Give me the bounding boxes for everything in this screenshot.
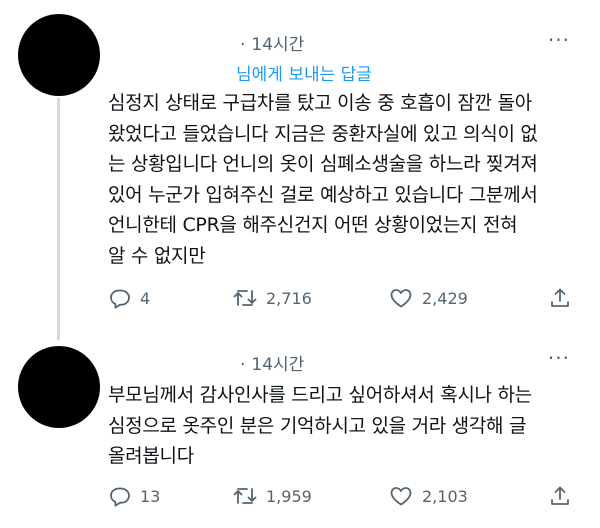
retweet-icon [233, 290, 257, 306]
reply-icon [110, 289, 130, 309]
reply-count: 13 [140, 486, 161, 506]
avatar[interactable] [18, 346, 100, 428]
tweet-actions: 13 1,959 2,103 [0, 484, 600, 512]
heart-icon [390, 487, 412, 506]
reply-count: 4 [140, 288, 151, 308]
share-icon [551, 486, 569, 505]
reply-button[interactable]: 13 [108, 484, 160, 508]
avatar[interactable] [18, 14, 100, 96]
separator-dot: · [240, 35, 246, 55]
reply-to-label[interactable]: 님에게 보내는 답글 [236, 60, 372, 85]
retweet-button[interactable]: 2,716 [232, 286, 312, 310]
share-icon [551, 288, 569, 307]
tweet[interactable]: · 14시간 ··· 부모님께서 감사인사를 드리고 싶어하셔서 혹시나 하는 심… [0, 340, 600, 528]
separator-dot: · [240, 355, 246, 375]
heart-icon [390, 289, 412, 308]
retweet-count: 2,716 [266, 288, 312, 308]
reply-icon [110, 487, 130, 507]
reply-button[interactable]: 4 [108, 286, 150, 310]
tweet-actions: 4 2,716 2,429 [0, 286, 600, 314]
retweet-count: 1,959 [266, 486, 312, 506]
more-options-icon[interactable]: ··· [548, 30, 570, 50]
tweet-time[interactable]: 14시간 [251, 35, 304, 55]
tweet-time[interactable]: 14시간 [251, 355, 304, 375]
share-button[interactable] [548, 484, 572, 508]
like-button[interactable]: 2,103 [388, 484, 468, 508]
retweet-button[interactable]: 1,959 [232, 484, 312, 508]
like-count: 2,429 [422, 288, 468, 308]
tweet-text: 심정지 상태로 구급차를 탔고 이송 중 호흡이 잠깐 돌아 왔었다고 들었습니… [108, 92, 538, 267]
tweet-header: · 14시간 [240, 350, 304, 375]
more-options-icon[interactable]: ··· [548, 348, 570, 368]
tweet-text: 부모님께서 감사인사를 드리고 싶어하셔서 혹시나 하는 심정으로 옷주인 분은… [108, 384, 532, 467]
like-button[interactable]: 2,429 [388, 286, 468, 310]
share-button[interactable] [548, 286, 572, 310]
tweet-header: · 14시간 [240, 30, 304, 55]
like-count: 2,103 [422, 486, 468, 506]
tweet[interactable]: · 14시간 ··· 님에게 보내는 답글 심정지 상태로 구급차를 탔고 이송 … [0, 0, 600, 340]
retweet-icon [233, 488, 257, 504]
